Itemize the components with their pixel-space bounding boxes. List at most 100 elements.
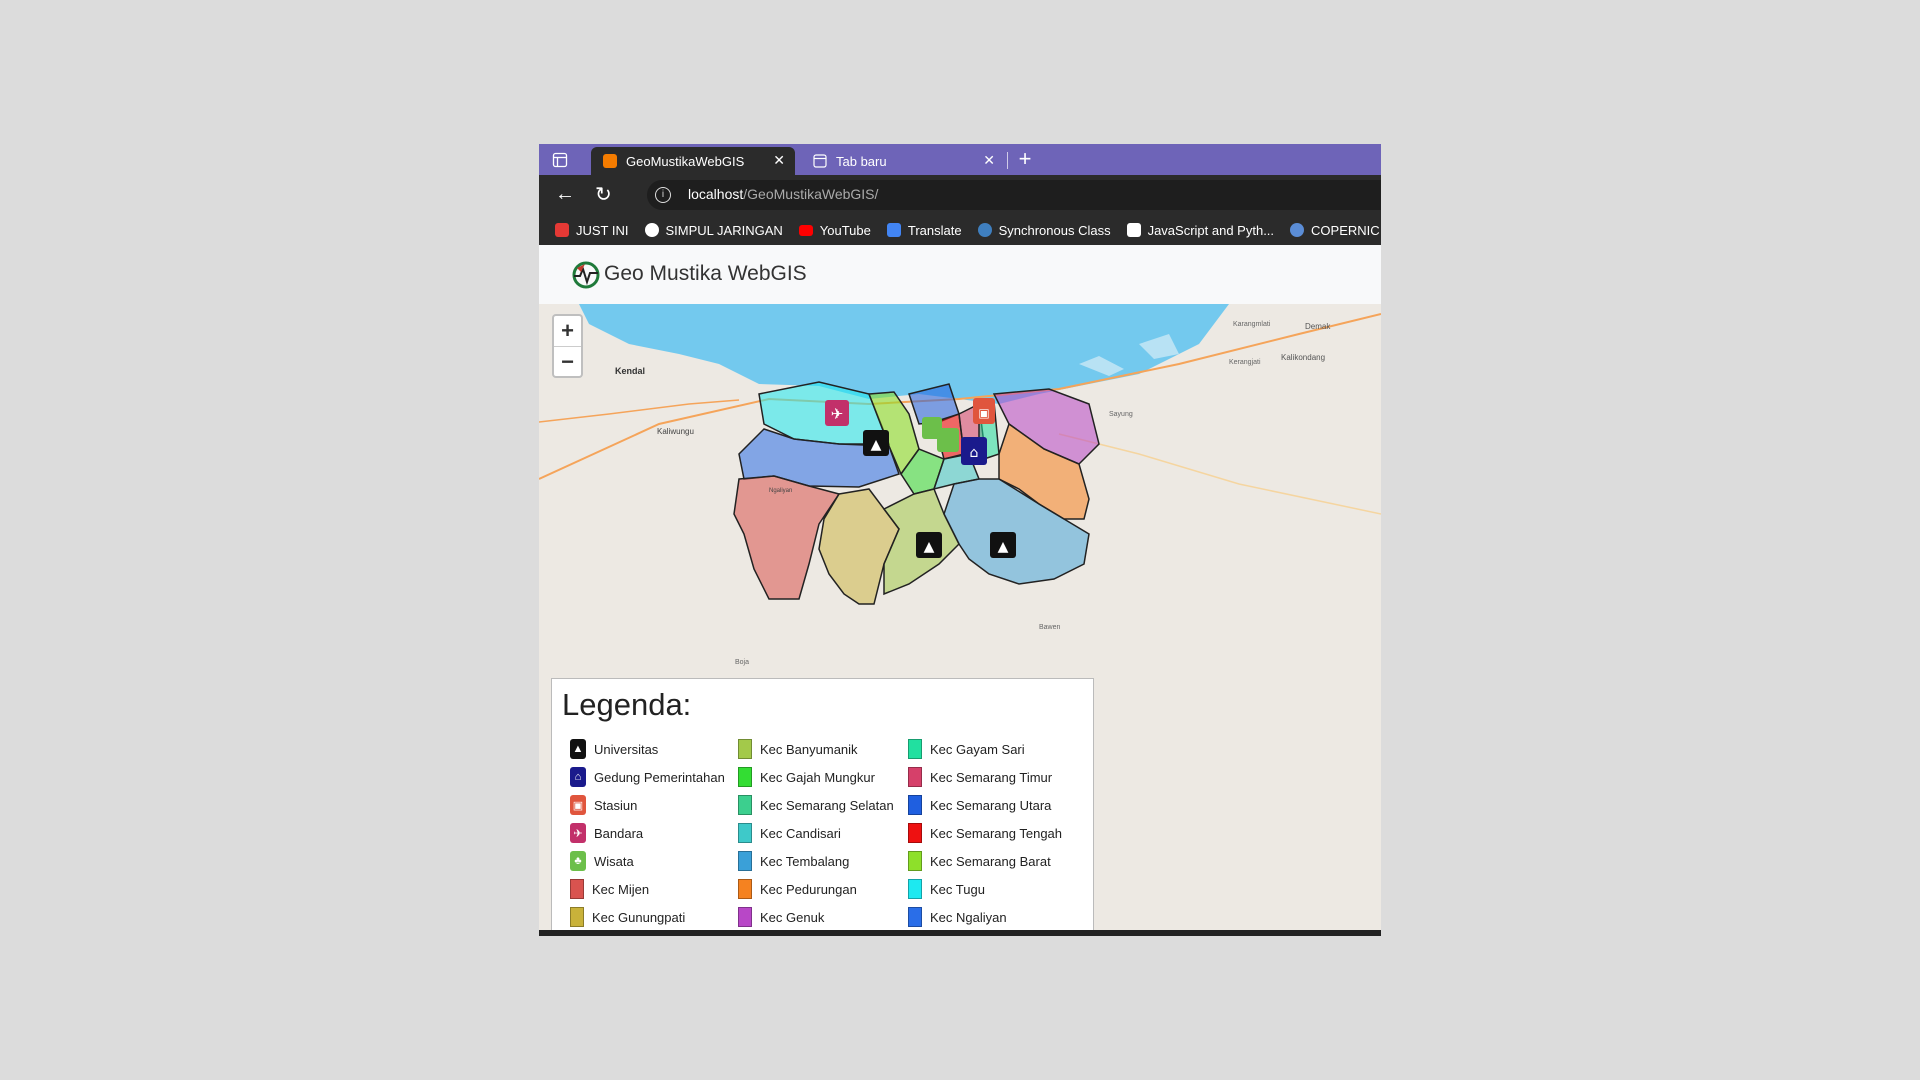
svg-text:▲: ▲ — [871, 437, 882, 453]
legend-swatch — [570, 907, 584, 927]
legend-swatch — [738, 823, 752, 843]
new-tab-button[interactable]: + — [1013, 147, 1037, 171]
bookmark-copernicus[interactable]: COPERNIC — [1290, 223, 1380, 238]
bookmark-synchronous-class[interactable]: Synchronous Class — [977, 222, 1111, 238]
map-view[interactable]: Kendal Demak Kalikondang Karangmlati Ker… — [539, 304, 1381, 932]
code-icon — [1126, 223, 1141, 237]
station-marker[interactable]: ▣ — [973, 398, 995, 424]
url-text: localhost/GeoMustikaWebGIS/ — [688, 186, 878, 202]
government-marker[interactable]: ⌂ — [961, 437, 987, 465]
legend-item: Kec Tembalang — [738, 851, 849, 871]
zoom-in-button[interactable]: + — [554, 316, 581, 347]
close-tab-icon[interactable]: ✕ — [983, 152, 995, 169]
legend-swatch — [738, 907, 752, 927]
xampp-favicon-icon — [603, 154, 617, 168]
back-arrow-icon[interactable]: ← — [555, 183, 575, 206]
tab-geomustika[interactable]: GeoMustikaWebGIS ✕ — [591, 147, 795, 175]
legend-label: Kec Semarang Selatan — [760, 797, 894, 813]
place-label: Kalikondang — [1281, 353, 1325, 362]
legend-label: Universitas — [594, 741, 659, 757]
svg-text:▲: ▲ — [924, 539, 935, 555]
secondary-road — [539, 399, 740, 423]
legend-swatch — [908, 851, 922, 871]
legend-label: Gedung Pemerintahan — [594, 769, 725, 785]
place-label: Boja — [735, 659, 749, 666]
place-label: Karangmlati — [1233, 321, 1271, 328]
legend-item: Kec Banyumanik — [738, 739, 858, 759]
airplane-icon: ✈ — [570, 823, 586, 843]
bookmark-just-ini[interactable]: JUST INI — [555, 223, 629, 238]
bookmark-label: JavaScript and Pyth... — [1147, 222, 1275, 238]
bookmark-label: YouTube — [819, 222, 871, 238]
tab-title: GeoMustikaWebGIS — [626, 153, 745, 169]
university-marker[interactable]: ▲ — [916, 532, 942, 558]
place-label: Kendal — [615, 366, 645, 376]
bookmark-label: COPERNIC — [1311, 222, 1380, 238]
site-info-icon[interactable]: i — [655, 187, 671, 203]
legend-item: Kec Tugu — [908, 879, 985, 899]
place-label: Bawen — [1039, 624, 1061, 631]
legend-label: Kec Pedurungan — [760, 881, 857, 897]
bookmark-label: JUST INI — [576, 222, 629, 238]
legend-swatch — [570, 879, 584, 899]
legend-item: Kec Ngaliyan — [908, 907, 1007, 927]
legend-item: Kec Gajah Mungkur — [738, 767, 875, 787]
legend-item: Kec Gayam Sari — [908, 739, 1025, 759]
reload-icon[interactable]: ↻ — [595, 182, 612, 207]
legend-swatch — [908, 795, 922, 815]
legend-swatch — [738, 767, 752, 787]
app-brand-title[interactable]: Geo Mustika WebGIS — [604, 262, 807, 286]
sea-area — [579, 304, 1229, 404]
legend-label: Kec Mijen — [592, 881, 650, 897]
legend-label: Wisata — [594, 853, 634, 869]
legend-item: Kec Genuk — [738, 907, 824, 927]
legend-label: Kec Semarang Tengah — [930, 825, 1063, 841]
copernicus-icon — [1290, 223, 1305, 237]
place-label: Demak — [1305, 322, 1331, 331]
legend-label: Kec Ngaliyan — [930, 909, 1007, 925]
legend-label: Kec Semarang Utara — [930, 797, 1052, 813]
legend-label: Bandara — [594, 825, 644, 841]
legend-item: ▲ Universitas — [570, 739, 658, 759]
zoom-out-button[interactable]: − — [554, 347, 581, 377]
bookmark-label: Synchronous Class — [998, 222, 1111, 238]
legend-swatch — [908, 907, 922, 927]
legend-swatch — [908, 879, 922, 899]
address-bar[interactable]: i localhost/GeoMustikaWebGIS/ — [647, 180, 1381, 210]
university-marker[interactable]: ▲ — [863, 430, 889, 456]
bookmark-youtube[interactable]: YouTube — [798, 222, 871, 238]
svg-text:▣: ▣ — [978, 406, 989, 420]
legend-item: ▣ Stasiun — [570, 795, 637, 815]
browser-window: GeoMustikaWebGIS ✕ Tab baru ✕ + ← ↻ i lo… — [539, 144, 1381, 936]
app-navbar: Geo Mustika WebGIS — [539, 245, 1381, 304]
legend-item: ✈ Bandara — [570, 823, 643, 843]
university-marker[interactable]: ▲ — [990, 532, 1016, 558]
bookmark-simpul-jaringan[interactable]: SIMPUL JARINGAN — [644, 223, 783, 238]
train-icon: ▣ — [570, 795, 586, 815]
airport-marker[interactable]: ✈ — [825, 400, 849, 426]
geo-mustika-logo-icon[interactable] — [571, 260, 601, 290]
government-building-icon: ⌂ — [570, 767, 586, 787]
github-icon — [644, 223, 659, 237]
bookmark-translate[interactable]: Translate — [886, 223, 962, 238]
tab-bar: GeoMustikaWebGIS ✕ Tab baru ✕ + — [539, 144, 1381, 175]
legend-label: Kec Tembalang — [760, 853, 850, 869]
legend-swatch — [908, 823, 922, 843]
bookmark-javascript-python[interactable]: JavaScript and Pyth... — [1126, 222, 1275, 238]
legend-item: Kec Gunungpati — [570, 907, 685, 927]
legend-swatch — [908, 767, 922, 787]
zoom-control: + − — [552, 314, 583, 378]
tab-new[interactable]: Tab baru ✕ — [801, 147, 1005, 175]
sidebar-toggle-icon[interactable] — [552, 152, 568, 168]
legend-item: Kec Semarang Timur — [908, 767, 1052, 787]
close-tab-icon[interactable]: ✕ — [773, 152, 785, 169]
svg-text:▲: ▲ — [998, 539, 1009, 555]
legend-item: Kec Candisari — [738, 823, 841, 843]
legend-item: Kec Pedurungan — [738, 879, 857, 899]
google-translate-icon — [886, 223, 901, 237]
legend-label: Kec Banyumanik — [760, 741, 858, 757]
svg-text:✈: ✈ — [831, 405, 844, 423]
window-bottom-edge — [539, 930, 1381, 936]
legend-label: Kec Semarang Barat — [930, 853, 1051, 869]
legend-swatch — [738, 879, 752, 899]
